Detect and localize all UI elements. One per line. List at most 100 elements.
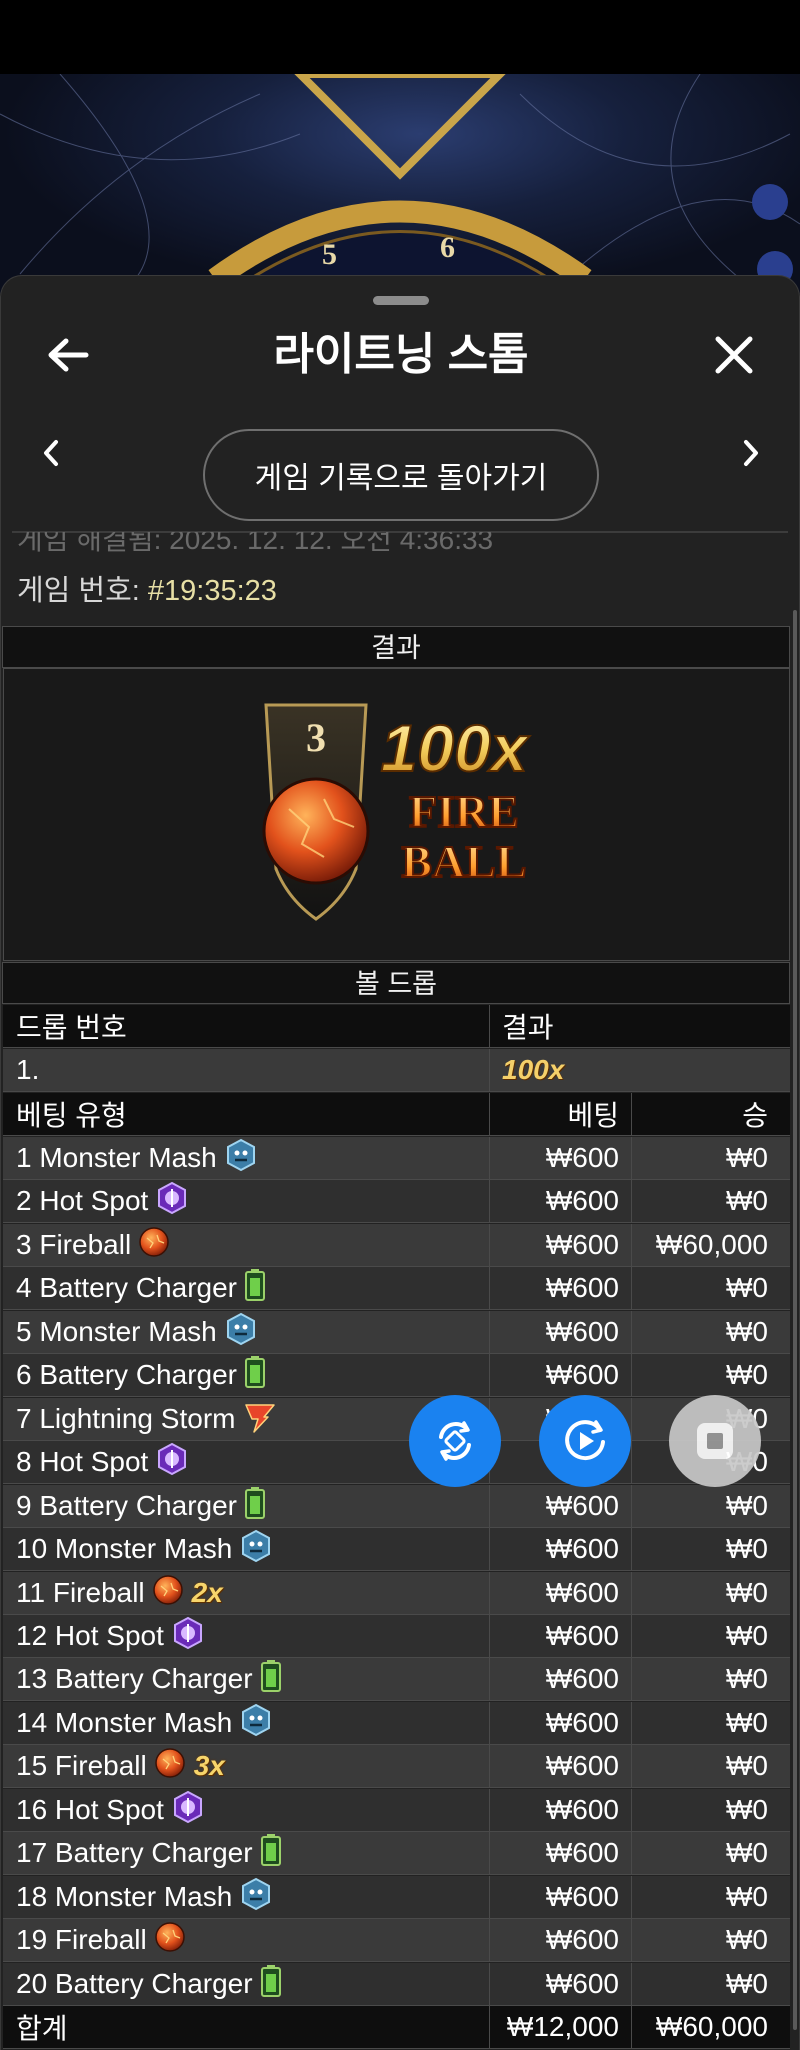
win-amount: ₩0 (726, 1316, 768, 1347)
bet-multiplier: 2x (191, 1577, 223, 1608)
lightning-icon (242, 1399, 278, 1440)
next-game-button[interactable] (729, 431, 773, 475)
ball-drop-heading: 볼 드롭 (2, 962, 790, 1004)
win-amount: ₩0 (726, 1620, 768, 1651)
hot-spot-icon (155, 1442, 189, 1483)
bet-type-label: 7 Lightning Storm (16, 1403, 236, 1434)
bet-type-cell: 17 Battery Charger (3, 1832, 490, 1874)
bet-amount: ₩600 (490, 1745, 632, 1787)
arrow-left-icon (48, 338, 89, 372)
bet-multiplier: 3x (193, 1750, 225, 1781)
bet-row: 13 Battery Charger ₩600 ₩0 (3, 1658, 790, 1701)
fireball-icon (154, 1747, 186, 1786)
bet-row: 15 Fireball 3x ₩600 ₩0 (3, 1745, 790, 1788)
bet-type-cell: 2 Hot Spot (3, 1180, 490, 1222)
monster-icon (224, 1312, 258, 1353)
bet-type-cell: 14 Monster Mash (3, 1702, 490, 1744)
hot-spot-icon (171, 1790, 205, 1831)
win-amount: ₩0 (726, 1185, 768, 1216)
pocket-number: 3 (306, 715, 326, 760)
win-amount: ₩0 (726, 1533, 768, 1564)
battery-icon (260, 1964, 282, 2005)
monster-icon (239, 1877, 273, 1918)
col-win-amount: 승 (742, 1100, 768, 1131)
previous-game-button[interactable] (29, 431, 73, 475)
bet-type-label: 10 Monster Mash (16, 1533, 233, 1564)
bet-amount: ₩600 (490, 1963, 632, 2005)
bet-type-label: 5 Monster Mash (16, 1316, 217, 1347)
monster-icon (239, 1703, 273, 1744)
bet-type-label: 18 Monster Mash (16, 1881, 233, 1912)
monster-icon (224, 1138, 258, 1179)
bet-type-cell: 4 Battery Charger (3, 1267, 490, 1309)
rotate-screen-button[interactable] (409, 1395, 501, 1487)
bet-amount: ₩600 (490, 1224, 632, 1266)
bet-type-label: 12 Hot Spot (16, 1620, 164, 1651)
scrollbar[interactable] (793, 610, 797, 2030)
bet-type-cell: 3 Fireball (3, 1224, 490, 1266)
bet-type-label: 17 Battery Charger (16, 1837, 253, 1868)
bet-amount: ₩600 (490, 1354, 632, 1396)
fireball-result-graphic: 3 100x FIRE BALL (262, 703, 531, 921)
ball-drop-row: 1. 100x (3, 1049, 790, 1092)
hot-spot-icon (155, 1181, 189, 1222)
battery-icon (260, 1833, 282, 1874)
back-button[interactable] (37, 324, 99, 386)
bet-row: 9 Battery Charger ₩600 ₩0 (3, 1485, 790, 1528)
bet-amount: ₩600 (490, 1485, 632, 1527)
hot-spot-icon (171, 1616, 205, 1657)
game-number-label: 게임 번호: (17, 575, 148, 607)
record-button[interactable] (539, 1395, 631, 1487)
bet-type-label: 9 Battery Charger (16, 1490, 237, 1521)
drop-result: 100x (502, 1054, 565, 1085)
bet-type-label: 3 Fireball (16, 1229, 132, 1260)
status-bar (0, 0, 800, 74)
bet-row: 12 Hot Spot ₩600 ₩0 (3, 1615, 790, 1658)
bet-type-cell: 12 Hot Spot (3, 1615, 490, 1657)
bet-amount: ₩600 (490, 1789, 632, 1831)
win-amount: ₩0 (726, 1577, 768, 1608)
bet-type-cell: 1 Monster Mash (3, 1137, 490, 1179)
bet-row: 1 Monster Mash ₩600 ₩0 (3, 1137, 790, 1180)
drop-number: 1. (3, 1049, 490, 1091)
bet-row: 18 Monster Mash ₩600 ₩0 (3, 1876, 790, 1919)
stop-button[interactable] (669, 1395, 761, 1487)
bet-amount: ₩600 (490, 1572, 632, 1614)
bet-type-label: 4 Battery Charger (16, 1272, 237, 1303)
page-title: 라이트닝 스톰 (273, 330, 529, 379)
bet-type-cell: 6 Battery Charger (3, 1354, 490, 1396)
win-amount: ₩0 (726, 1968, 768, 1999)
bet-amount: ₩600 (490, 1267, 632, 1309)
close-button[interactable] (703, 324, 765, 386)
bet-row: 16 Hot Spot ₩600 ₩0 (3, 1789, 790, 1832)
bet-type-cell: 15 Fireball 3x (3, 1745, 490, 1787)
chevron-left-icon (44, 440, 58, 466)
bet-row: 4 Battery Charger ₩600 ₩0 (3, 1267, 790, 1310)
bet-amount: ₩600 (490, 1180, 632, 1222)
play-circle-icon (565, 1420, 605, 1461)
bet-row: 20 Battery Charger ₩600 ₩0 (3, 1963, 790, 2006)
chevron-right-icon (744, 440, 758, 466)
win-amount: ₩0 (726, 1490, 768, 1521)
win-amount: ₩0 (726, 1359, 768, 1390)
bet-type-label: 15 Fireball (16, 1750, 147, 1781)
total-row: 합계 ₩12,000 ₩60,000 (3, 2006, 790, 2049)
win-amount: ₩0 (726, 1750, 768, 1781)
bet-type-label: 6 Battery Charger (16, 1359, 237, 1390)
battery-icon (244, 1355, 266, 1396)
bet-amount: ₩600 (490, 1658, 632, 1700)
wheel-number-6: 6 (440, 231, 455, 264)
game-resolved-time: 게임 해결됨: 2025. 12. 12. 오전 4:36:33 (17, 532, 494, 554)
win-amount: ₩0 (726, 1142, 768, 1173)
bet-type-label: 11 Fireball (16, 1577, 145, 1608)
result-heading: 결과 (2, 626, 790, 668)
bet-type-label: 20 Battery Charger (16, 1968, 253, 1999)
bet-row: 17 Battery Charger ₩600 ₩0 (3, 1832, 790, 1875)
win-amount: ₩60,000 (655, 1229, 768, 1260)
sheet-grabber[interactable] (373, 296, 429, 305)
back-to-history-button[interactable]: 게임 기록으로 돌아가기 (203, 429, 599, 521)
bet-amount: ₩600 (490, 1919, 632, 1961)
bet-row: 14 Monster Mash ₩600 ₩0 (3, 1702, 790, 1745)
bet-type-label: 14 Monster Mash (16, 1707, 233, 1738)
fireball-icon (154, 1921, 186, 1960)
